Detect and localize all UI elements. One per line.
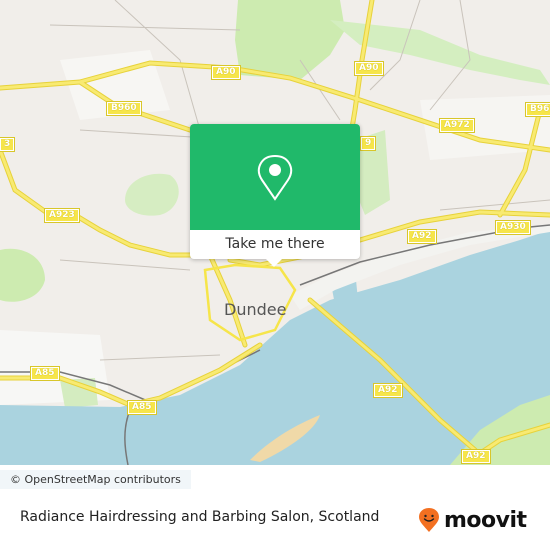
road-label: A92 (373, 383, 403, 398)
map-attribution[interactable]: © OpenStreetMap contributors (0, 470, 191, 489)
road-label: A930 (495, 220, 531, 235)
popup-header (190, 124, 360, 230)
location-popup: Take me there (190, 124, 360, 267)
road-label: B960 (106, 101, 142, 116)
road-label: A923 (44, 208, 80, 223)
road-label: A90 (354, 61, 384, 76)
road-label: A85 (30, 366, 60, 381)
moovit-pin-icon (419, 508, 439, 532)
road-label: A85 (127, 400, 157, 415)
road-label: 3 (0, 137, 16, 152)
road-label: A972 (439, 118, 475, 133)
road-label: B96 (524, 102, 550, 117)
popup-pointer (266, 259, 282, 267)
road-label: 9 (359, 136, 377, 151)
road-label: A92 (461, 449, 491, 464)
moovit-logo[interactable]: moovit (418, 505, 527, 535)
place-title: Radiance Hairdressing and Barbing Salon,… (20, 509, 380, 525)
location-pin-icon (257, 154, 293, 201)
road-label: A92 (407, 229, 437, 244)
brand-wordmark: moovit (444, 507, 527, 533)
city-label: Dundee (224, 300, 287, 319)
take-me-there-button[interactable]: Take me there (190, 230, 360, 259)
road-label: A90 (211, 65, 241, 80)
map-view[interactable]: A90 A90 B960 A972 B96 9 3 A923 A92 A930 … (0, 0, 550, 465)
